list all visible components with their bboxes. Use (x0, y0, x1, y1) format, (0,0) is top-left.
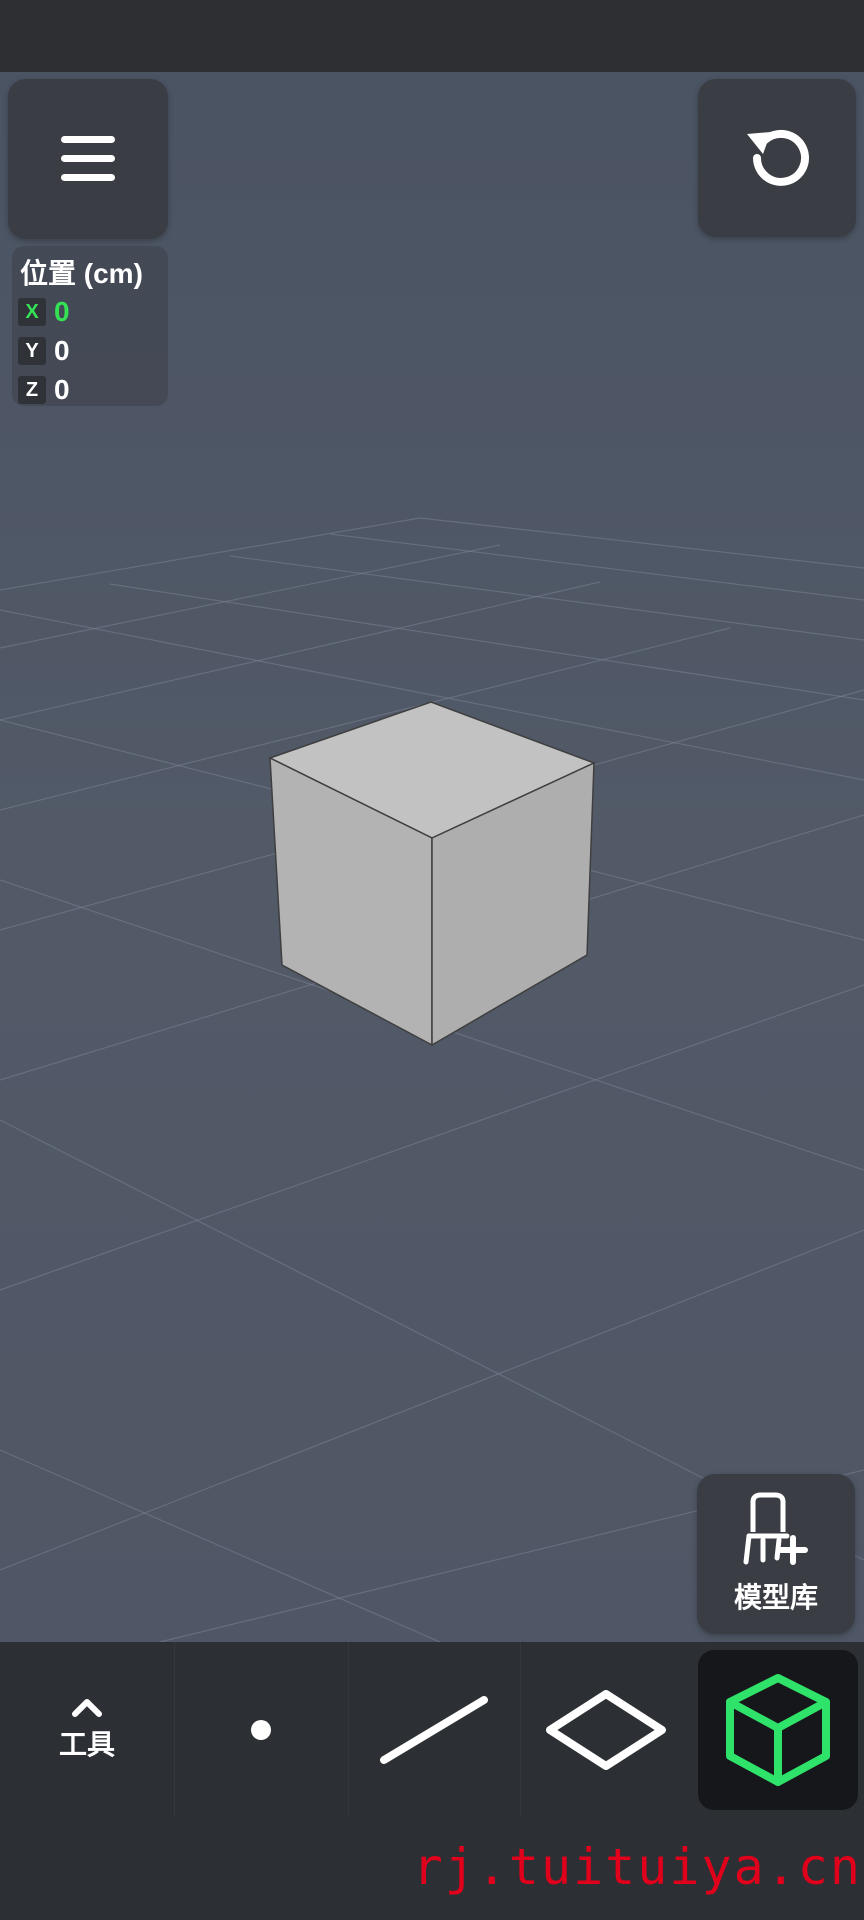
axis-row-x[interactable]: X 0 (18, 296, 70, 328)
watermark-text: rj.tuituiya.cn (412, 1838, 862, 1896)
undo-button[interactable] (698, 79, 856, 237)
plane-icon (546, 1689, 666, 1770)
plane-tool-button[interactable] (520, 1642, 692, 1817)
axis-value-y[interactable]: 0 (54, 335, 70, 367)
tools-label: 工具 (58, 1728, 115, 1760)
model-library-label: 模型库 (733, 1582, 818, 1613)
model-library-button[interactable]: 模型库 (697, 1474, 855, 1634)
axis-value-x[interactable]: 0 (54, 296, 70, 328)
menu-button[interactable] (8, 79, 168, 239)
axis-row-z[interactable]: Z 0 (18, 374, 70, 406)
position-title: 位置 (cm) (20, 258, 143, 289)
chair-add-icon (743, 1492, 808, 1565)
axis-value-z[interactable]: 0 (54, 374, 70, 406)
axis-row-y[interactable]: Y 0 (18, 335, 70, 367)
axis-label-x: X (18, 298, 46, 326)
chevron-up-icon (72, 1698, 102, 1717)
hamburger-menu-icon (61, 136, 115, 181)
tools-toggle-button[interactable]: 工具 (0, 1642, 174, 1817)
bottom-toolbar: 工具 (0, 1642, 864, 1817)
undo-icon (747, 129, 809, 186)
status-bar (0, 0, 864, 72)
position-panel: 位置 (cm) X 0 Y 0 Z 0 (12, 246, 168, 406)
axis-label-y: Y (18, 337, 46, 365)
line-icon (380, 1695, 488, 1764)
point-icon (251, 1719, 271, 1740)
axis-label-z: Z (18, 376, 46, 404)
line-tool-button[interactable] (348, 1642, 520, 1817)
cube-model[interactable] (268, 701, 596, 1047)
point-tool-button[interactable] (174, 1642, 348, 1817)
cube-tool-button[interactable] (698, 1650, 858, 1810)
cube-icon (726, 1674, 830, 1786)
